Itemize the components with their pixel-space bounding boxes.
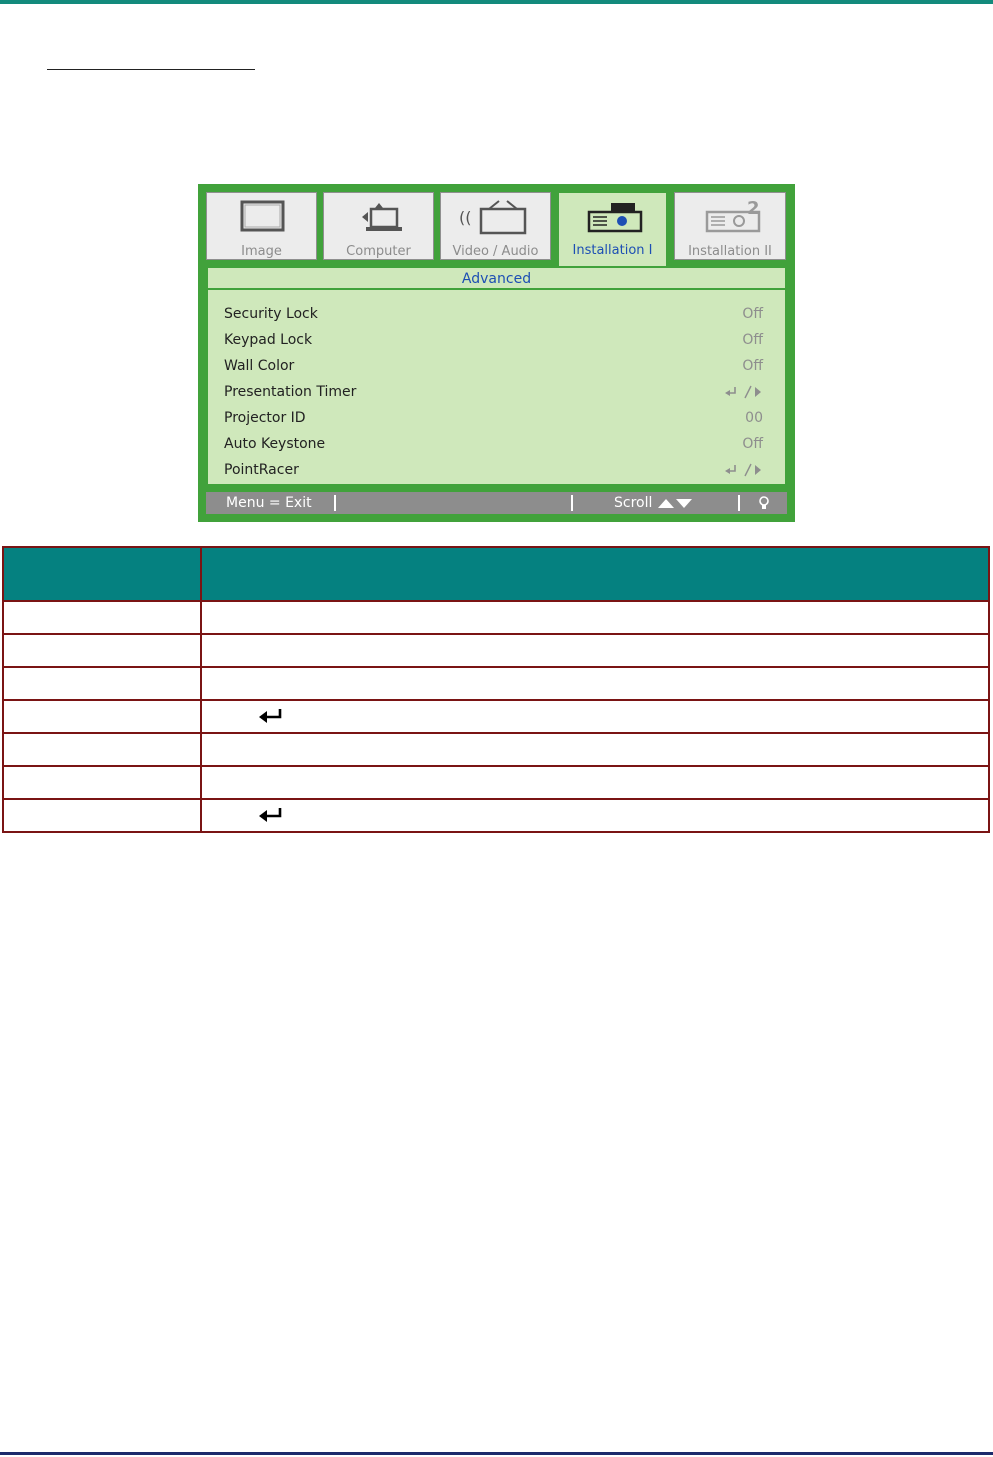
menu-item-label: PointRacer xyxy=(224,462,299,478)
table-cell xyxy=(200,633,990,668)
table-cell xyxy=(200,732,990,767)
table-row xyxy=(2,699,990,734)
projector-2-icon: 2 xyxy=(675,198,785,235)
table-cell xyxy=(200,765,990,800)
table-cell xyxy=(200,600,990,635)
menu-item-value: Off xyxy=(742,332,763,348)
osd-menu: Image Computer (( Video / Audio Installa… xyxy=(198,184,795,522)
table-row xyxy=(2,765,990,800)
table-cell xyxy=(200,798,990,833)
table-row xyxy=(2,798,990,833)
advanced-panel: Advanced Security Lock Off Keypad Lock O… xyxy=(206,266,787,486)
table-cell xyxy=(2,699,202,734)
table-cell xyxy=(200,699,990,734)
table-header-row xyxy=(2,546,990,602)
projector-icon xyxy=(559,199,666,235)
menu-item-label: Keypad Lock xyxy=(224,332,313,348)
menu-item-presentation-timer[interactable]: Presentation Timer xyxy=(224,379,763,405)
scroll-hint: Scroll xyxy=(614,492,693,514)
down-triangle-icon xyxy=(675,499,692,508)
tab-image[interactable]: Image xyxy=(206,192,317,260)
tab-video-audio-label: Video / Audio xyxy=(452,244,539,259)
table-cell xyxy=(2,732,202,767)
svg-text:2: 2 xyxy=(747,199,760,219)
computer-icon xyxy=(324,199,433,235)
bottom-rule xyxy=(0,1452,993,1455)
menu-item-label: Auto Keystone xyxy=(224,436,326,452)
menu-item-label: Presentation Timer xyxy=(224,384,357,400)
settings-table xyxy=(2,546,990,833)
tab-computer-label: Computer xyxy=(346,244,411,259)
tab-video-audio[interactable]: (( Video / Audio xyxy=(440,192,551,260)
scroll-label: Scroll xyxy=(614,495,653,511)
footer-divider xyxy=(738,495,740,511)
table-row xyxy=(2,600,990,635)
video-audio-icon: (( xyxy=(441,199,550,235)
menu-item-label: Security Lock xyxy=(224,306,318,322)
menu-item-keypad-lock[interactable]: Keypad Lock Off xyxy=(224,327,763,353)
menu-item-label: Projector ID xyxy=(224,410,306,426)
menu-item-label: Wall Color xyxy=(224,358,295,374)
table-cell xyxy=(2,765,202,800)
tab-image-label: Image xyxy=(241,244,282,259)
table-cell xyxy=(2,798,202,833)
heading-underline xyxy=(47,69,255,70)
table-row xyxy=(2,666,990,701)
footer-divider xyxy=(571,495,573,511)
menu-exit-hint: Menu = Exit xyxy=(226,495,312,511)
tab-installation-2[interactable]: 2 Installation II xyxy=(674,192,786,260)
up-triangle-icon xyxy=(657,499,674,508)
svg-text:((: (( xyxy=(459,208,471,227)
tab-computer[interactable]: Computer xyxy=(323,192,434,260)
menu-item-value: Off xyxy=(742,358,763,374)
menu-item-auto-keystone[interactable]: Auto Keystone Off xyxy=(224,431,763,457)
table-cell xyxy=(2,600,202,635)
enter-right-arrow-icon xyxy=(725,457,763,483)
osd-footer: Menu = Exit Scroll xyxy=(206,492,787,514)
menu-item-projector-id[interactable]: Projector ID 00 xyxy=(224,405,763,431)
table-header-cell xyxy=(2,546,202,602)
menu-item-pointracer[interactable]: PointRacer xyxy=(224,457,763,483)
table-cell xyxy=(200,666,990,701)
top-rule xyxy=(0,0,993,4)
enter-icon xyxy=(258,707,284,727)
menu-item-wall-color[interactable]: Wall Color Off xyxy=(224,353,763,379)
menu-item-value: 00 xyxy=(745,410,763,426)
enter-right-arrow-icon xyxy=(725,379,763,405)
tab-installation-1-label: Installation I xyxy=(572,243,653,258)
panel-title: Advanced xyxy=(208,268,785,290)
table-row xyxy=(2,732,990,767)
tab-installation-1[interactable]: Installation I xyxy=(557,191,668,267)
table-cell xyxy=(2,666,202,701)
footer-divider xyxy=(334,495,336,511)
bulb-icon xyxy=(758,495,770,518)
table-header-cell xyxy=(200,546,990,602)
table-cell xyxy=(2,633,202,668)
enter-icon xyxy=(258,806,284,826)
tab-installation-2-label: Installation II xyxy=(688,244,772,259)
table-row xyxy=(2,633,990,668)
monitor-icon xyxy=(207,199,316,235)
menu-item-value: Off xyxy=(742,306,763,322)
menu-item-security-lock[interactable]: Security Lock Off xyxy=(224,301,763,327)
menu-item-value: Off xyxy=(742,436,763,452)
